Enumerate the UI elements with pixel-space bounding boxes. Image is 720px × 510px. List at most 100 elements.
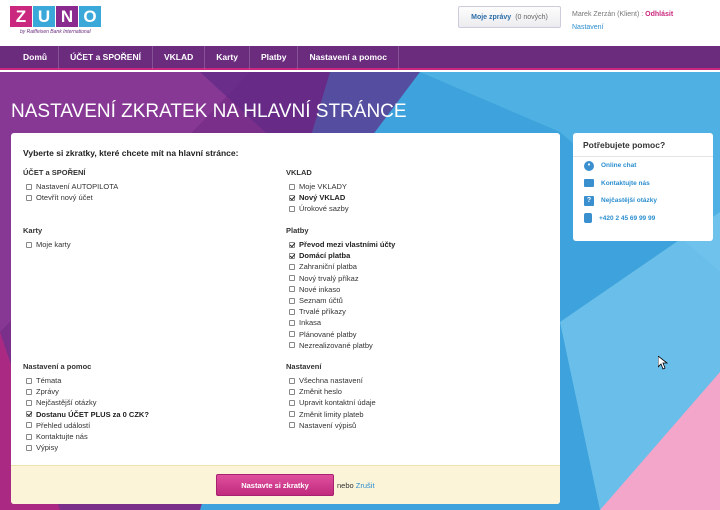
shortcut-checkbox[interactable] [289, 194, 295, 201]
user-info: Marek Zerzán (Klient) : Odhlásit Nastave… [572, 8, 673, 34]
option-list: Moje VKLADY Nový VKLAD Úrokové sazby [286, 181, 536, 215]
option-row[interactable]: Upravit kontaktní údaje [286, 397, 536, 408]
shortcut-checkbox[interactable] [289, 388, 295, 395]
help-item-label: Nejčastější otázky [601, 197, 658, 205]
settings-link[interactable]: Nastavení [572, 21, 673, 34]
shortcut-checkbox[interactable] [289, 275, 295, 282]
help-contact[interactable]: Kontaktujte nás [573, 175, 713, 193]
option-row[interactable]: Úrokové sazby [286, 203, 536, 214]
shortcut-checkbox[interactable] [26, 388, 32, 395]
shortcut-checkbox[interactable] [289, 252, 295, 259]
page-title: NASTAVENÍ ZKRATEK NA HLAVNÍ STRÁNCE [11, 101, 407, 122]
form-intro: Vyberte si zkratky, které chcete mít na … [23, 148, 239, 158]
shortcut-checkbox[interactable] [289, 205, 295, 212]
option-list: Nastavení AUTOPILOTA Otevřít nový účet [23, 181, 273, 203]
option-row[interactable]: Zprávy [23, 386, 273, 397]
option-row[interactable]: Moje VKLADY [286, 181, 536, 192]
shortcut-checkbox[interactable] [289, 297, 295, 304]
group-title: Karty [23, 226, 43, 235]
option-row[interactable]: Změnit heslo [286, 386, 536, 397]
option-row[interactable]: Trvalé příkazy [286, 306, 536, 317]
option-row[interactable]: Nový VKLAD [286, 192, 536, 203]
option-row[interactable]: Nastavení AUTOPILOTA [23, 181, 273, 192]
option-label: Nový VKLAD [299, 193, 346, 203]
option-label: Všechna nastavení [299, 376, 363, 386]
shortcut-checkbox[interactable] [289, 422, 295, 429]
nav-item-ucet[interactable]: ÚČET a SPOŘENÍ [59, 45, 153, 69]
shortcut-checkbox[interactable] [289, 331, 295, 338]
option-label: Převod mezi vlastními účty [299, 240, 396, 250]
shortcut-checkbox[interactable] [289, 319, 295, 326]
option-row[interactable]: Zahraniční platba [286, 261, 536, 272]
option-row[interactable]: Kontaktujte nás [23, 431, 273, 442]
shortcuts-panel: Vyberte si zkratky, které chcete mít na … [11, 133, 560, 504]
group-title: Nastavení [286, 362, 322, 371]
option-row[interactable]: Inkasa [286, 317, 536, 328]
nav-item-nastaveni[interactable]: Nastavení a pomoc [298, 45, 399, 69]
shortcut-checkbox[interactable] [26, 194, 32, 201]
messages-button[interactable]: Moje zprávy (0 nových) [458, 6, 561, 28]
shortcut-checkbox[interactable] [26, 411, 32, 418]
help-item-label: +420 2 45 69 99 99 [599, 214, 656, 222]
option-row[interactable]: Všechna nastavení [286, 375, 536, 386]
option-row[interactable]: Změnit limity plateb [286, 409, 536, 420]
help-phone[interactable]: +420 2 45 69 99 99 [573, 210, 713, 228]
option-row[interactable]: Nastavení výpisů [286, 420, 536, 431]
option-row[interactable]: Moje karty [23, 239, 273, 250]
main-nav: Domů ÚČET a SPOŘENÍ VKLAD Karty Platby N… [0, 45, 720, 70]
nav-item-vklad[interactable]: VKLAD [153, 45, 206, 69]
zuno-logo[interactable]: Z U N O by Raiffeisen Bank International [10, 6, 101, 35]
option-row[interactable]: Dostanu ÚČET PLUS za 0 CZK? [23, 409, 273, 420]
option-row[interactable]: Témata [23, 375, 273, 386]
or-label: nebo [337, 481, 354, 490]
help-online-chat[interactable]: • Online chat [573, 157, 713, 175]
help-faq[interactable]: ? Nejčastější otázky [573, 192, 713, 210]
option-row[interactable]: Přehled událostí [23, 420, 273, 431]
shortcut-checkbox[interactable] [289, 263, 295, 270]
nav-item-domu[interactable]: Domů [12, 45, 60, 69]
shortcut-checkbox[interactable] [26, 399, 32, 406]
option-row[interactable]: Převod mezi vlastními účty [286, 239, 536, 250]
nav-item-karty[interactable]: Karty [205, 45, 250, 69]
shortcut-checkbox[interactable] [26, 422, 32, 429]
option-label: Inkasa [299, 318, 322, 328]
option-label: Upravit kontaktní údaje [299, 398, 376, 408]
shortcut-checkbox[interactable] [289, 377, 295, 384]
option-row[interactable]: Otevřít nový účet [23, 192, 273, 203]
user-name: Marek Zerzán (Klient) : [572, 11, 644, 18]
option-row[interactable]: Seznam účtů [286, 295, 536, 306]
shortcut-checkbox[interactable] [289, 411, 295, 418]
option-row[interactable]: Nezrealizované platby [286, 340, 536, 351]
nav-item-platby[interactable]: Platby [250, 45, 299, 69]
shortcut-checkbox[interactable] [26, 241, 32, 248]
group-karty: Karty Moje karty [23, 226, 273, 250]
option-list: Moje karty [23, 239, 273, 250]
option-row[interactable]: Domácí platba [286, 250, 536, 261]
cancel-link[interactable]: Zrušit [356, 481, 375, 490]
group-title: Platby [286, 226, 309, 235]
form-footer: Nastavte si zkratky nebo Zrušit [11, 465, 560, 504]
shortcut-checkbox[interactable] [289, 183, 295, 190]
logout-link[interactable]: Odhlásit [645, 11, 673, 18]
option-row[interactable]: Výpisy [23, 442, 273, 453]
shortcut-checkbox[interactable] [289, 286, 295, 293]
shortcut-checkbox[interactable] [26, 377, 32, 384]
option-label: Trvalé příkazy [299, 307, 346, 317]
help-item-label: Kontaktujte nás [601, 179, 650, 187]
option-label: Úrokové sazby [299, 204, 349, 214]
option-row[interactable]: Nejčastější otázky [23, 397, 273, 408]
shortcut-checkbox[interactable] [26, 183, 32, 190]
shortcut-checkbox[interactable] [289, 241, 295, 248]
chat-icon: • [584, 160, 594, 171]
option-row[interactable]: Nový trvalý příkaz [286, 273, 536, 284]
shortcut-checkbox[interactable] [289, 342, 295, 349]
shortcut-checkbox[interactable] [26, 444, 32, 451]
question-icon: ? [584, 195, 594, 206]
option-row[interactable]: Plánované platby [286, 329, 536, 340]
option-row[interactable]: Nové inkaso [286, 284, 536, 295]
submit-shortcuts-button[interactable]: Nastavte si zkratky [216, 474, 334, 496]
shortcut-checkbox[interactable] [289, 308, 295, 315]
group-title: Nastavení a pomoc [23, 362, 92, 371]
shortcut-checkbox[interactable] [289, 399, 295, 406]
shortcut-checkbox[interactable] [26, 433, 32, 440]
